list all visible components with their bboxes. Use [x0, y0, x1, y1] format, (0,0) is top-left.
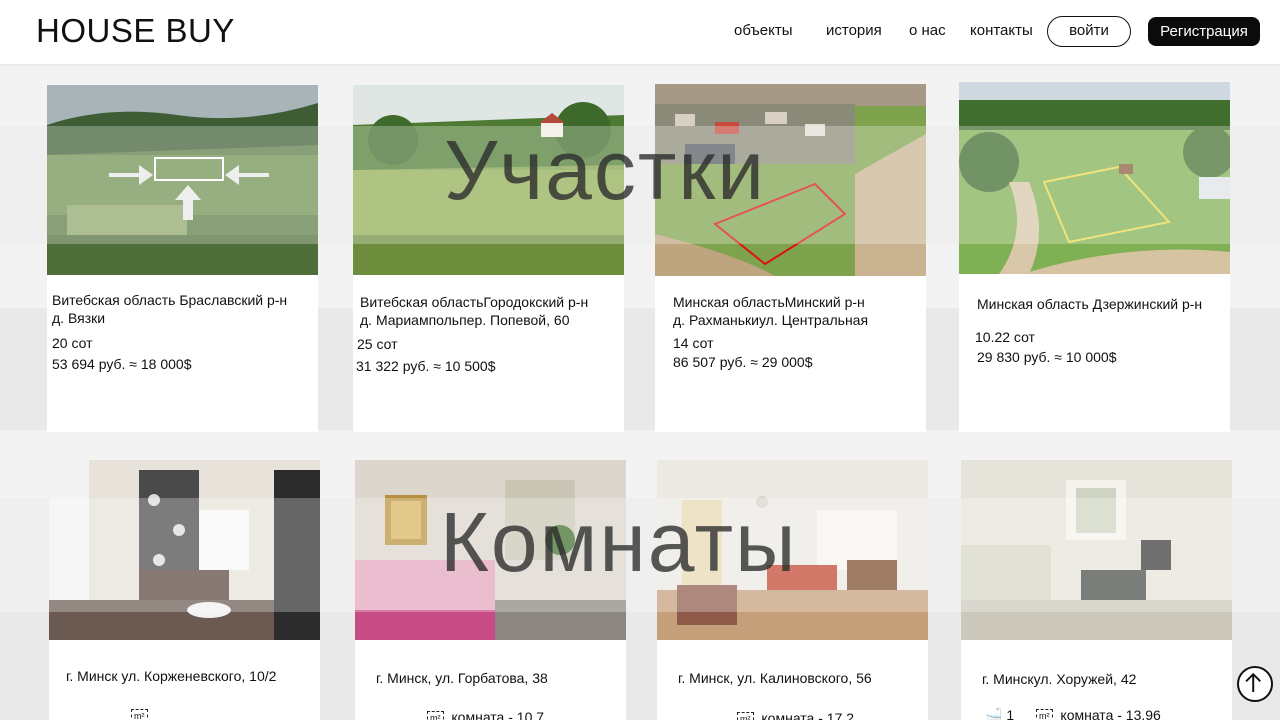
plot-location-line1: Минская область Дзержинский р-н [977, 296, 1203, 312]
plot-location-line2: д. Мариампольпер. Попевой, 60 [360, 312, 570, 328]
plot-location-line2: д. Рахманькиул. Центральная [673, 312, 869, 328]
room-features: m² комната - 17.2 [677, 710, 854, 720]
room-photo [49, 460, 320, 640]
plot-card[interactable]: Минская область Дзержинский р-н 10.22 со… [959, 82, 1230, 432]
plot-area: 25 сот [357, 336, 398, 352]
room-photo [657, 460, 928, 640]
plot-area: 10.22 сот [975, 329, 1035, 345]
room-address: г. Минск ул. Корженевского, 10/2 [66, 668, 277, 684]
nav-link-history[interactable]: история [826, 22, 882, 39]
room-area: комната - 10.7 [451, 709, 545, 720]
plot-price: 31 322 руб. ≈ 10 500$ [356, 358, 496, 374]
nav-link-contacts[interactable]: контакты [970, 22, 1033, 39]
room-area: комната - 17.2 [761, 710, 855, 720]
plot-location-line2: д. Вязки [52, 310, 106, 326]
plot-card[interactable]: Витебская областьГородокский р-н д. Мари… [353, 85, 624, 432]
bathtub-icon: 🛁 [985, 707, 1003, 720]
room-card[interactable]: г. Минск, ул. Горбатова, 38 m² комната -… [355, 460, 626, 720]
nav-link-objects[interactable]: объекты [734, 22, 793, 39]
arrow-up-circle-icon [1245, 672, 1262, 692]
room-photo [355, 460, 626, 640]
plot-photo [959, 82, 1230, 274]
room-photo [961, 460, 1232, 640]
bath-count: 1 [1006, 707, 1015, 720]
nav-link-about[interactable]: о нас [909, 22, 946, 39]
m2-icon: m² [427, 711, 444, 720]
room-address: г. Минскул. Хоружей, 42 [982, 671, 1137, 687]
plot-photo [47, 85, 318, 275]
login-button[interactable]: войти [1047, 16, 1131, 47]
room-features: m² комната - 10.7 [367, 709, 544, 720]
room-card[interactable]: г. Минск ул. Корженевского, 10/2 m² [49, 460, 320, 720]
plot-area: 14 сот [673, 335, 714, 351]
register-button[interactable]: Регистрация [1148, 17, 1260, 46]
room-card[interactable]: г. Минск, ул. Калиновского, 56 m² комнат… [657, 460, 928, 720]
plot-location-line1: Витебская область Браславский р-н [52, 292, 288, 308]
plot-price: 86 507 руб. ≈ 29 000$ [673, 354, 813, 370]
plot-price: 29 830 руб. ≈ 10 000$ [977, 349, 1117, 365]
plot-price: 53 694 руб. ≈ 18 000$ [52, 356, 192, 372]
plot-area: 20 сот [52, 335, 93, 351]
room-address: г. Минск, ул. Калиновского, 56 [678, 670, 872, 686]
plot-photo [655, 84, 926, 276]
plot-card[interactable]: Минская областьМинский р-н д. Рахманькиу… [655, 84, 926, 432]
m2-icon: m² [737, 712, 754, 720]
room-features: 🛁 1 m² комната - 13.96 [985, 707, 1161, 720]
plot-location-line1: Витебская областьГородокский р-н [360, 294, 589, 310]
m2-icon: m² [131, 709, 148, 720]
site-header: HOUSE BUY объекты история о нас контакты… [0, 0, 1280, 64]
room-card[interactable]: г. Минскул. Хоружей, 42 🛁 1 m² комната -… [961, 460, 1232, 720]
room-features: m² [79, 707, 152, 720]
scroll-top-button[interactable] [1237, 666, 1273, 702]
site-logo[interactable]: HOUSE BUY [36, 12, 235, 50]
plot-location-line1: Минская областьМинский р-н [673, 294, 865, 310]
room-address: г. Минск, ул. Горбатова, 38 [376, 670, 548, 686]
plot-photo [353, 85, 624, 275]
plot-card[interactable]: Витебская область Браславский р-н д. Вяз… [47, 85, 318, 432]
m2-icon: m² [1036, 709, 1053, 720]
room-area: комната - 13.96 [1060, 707, 1161, 720]
